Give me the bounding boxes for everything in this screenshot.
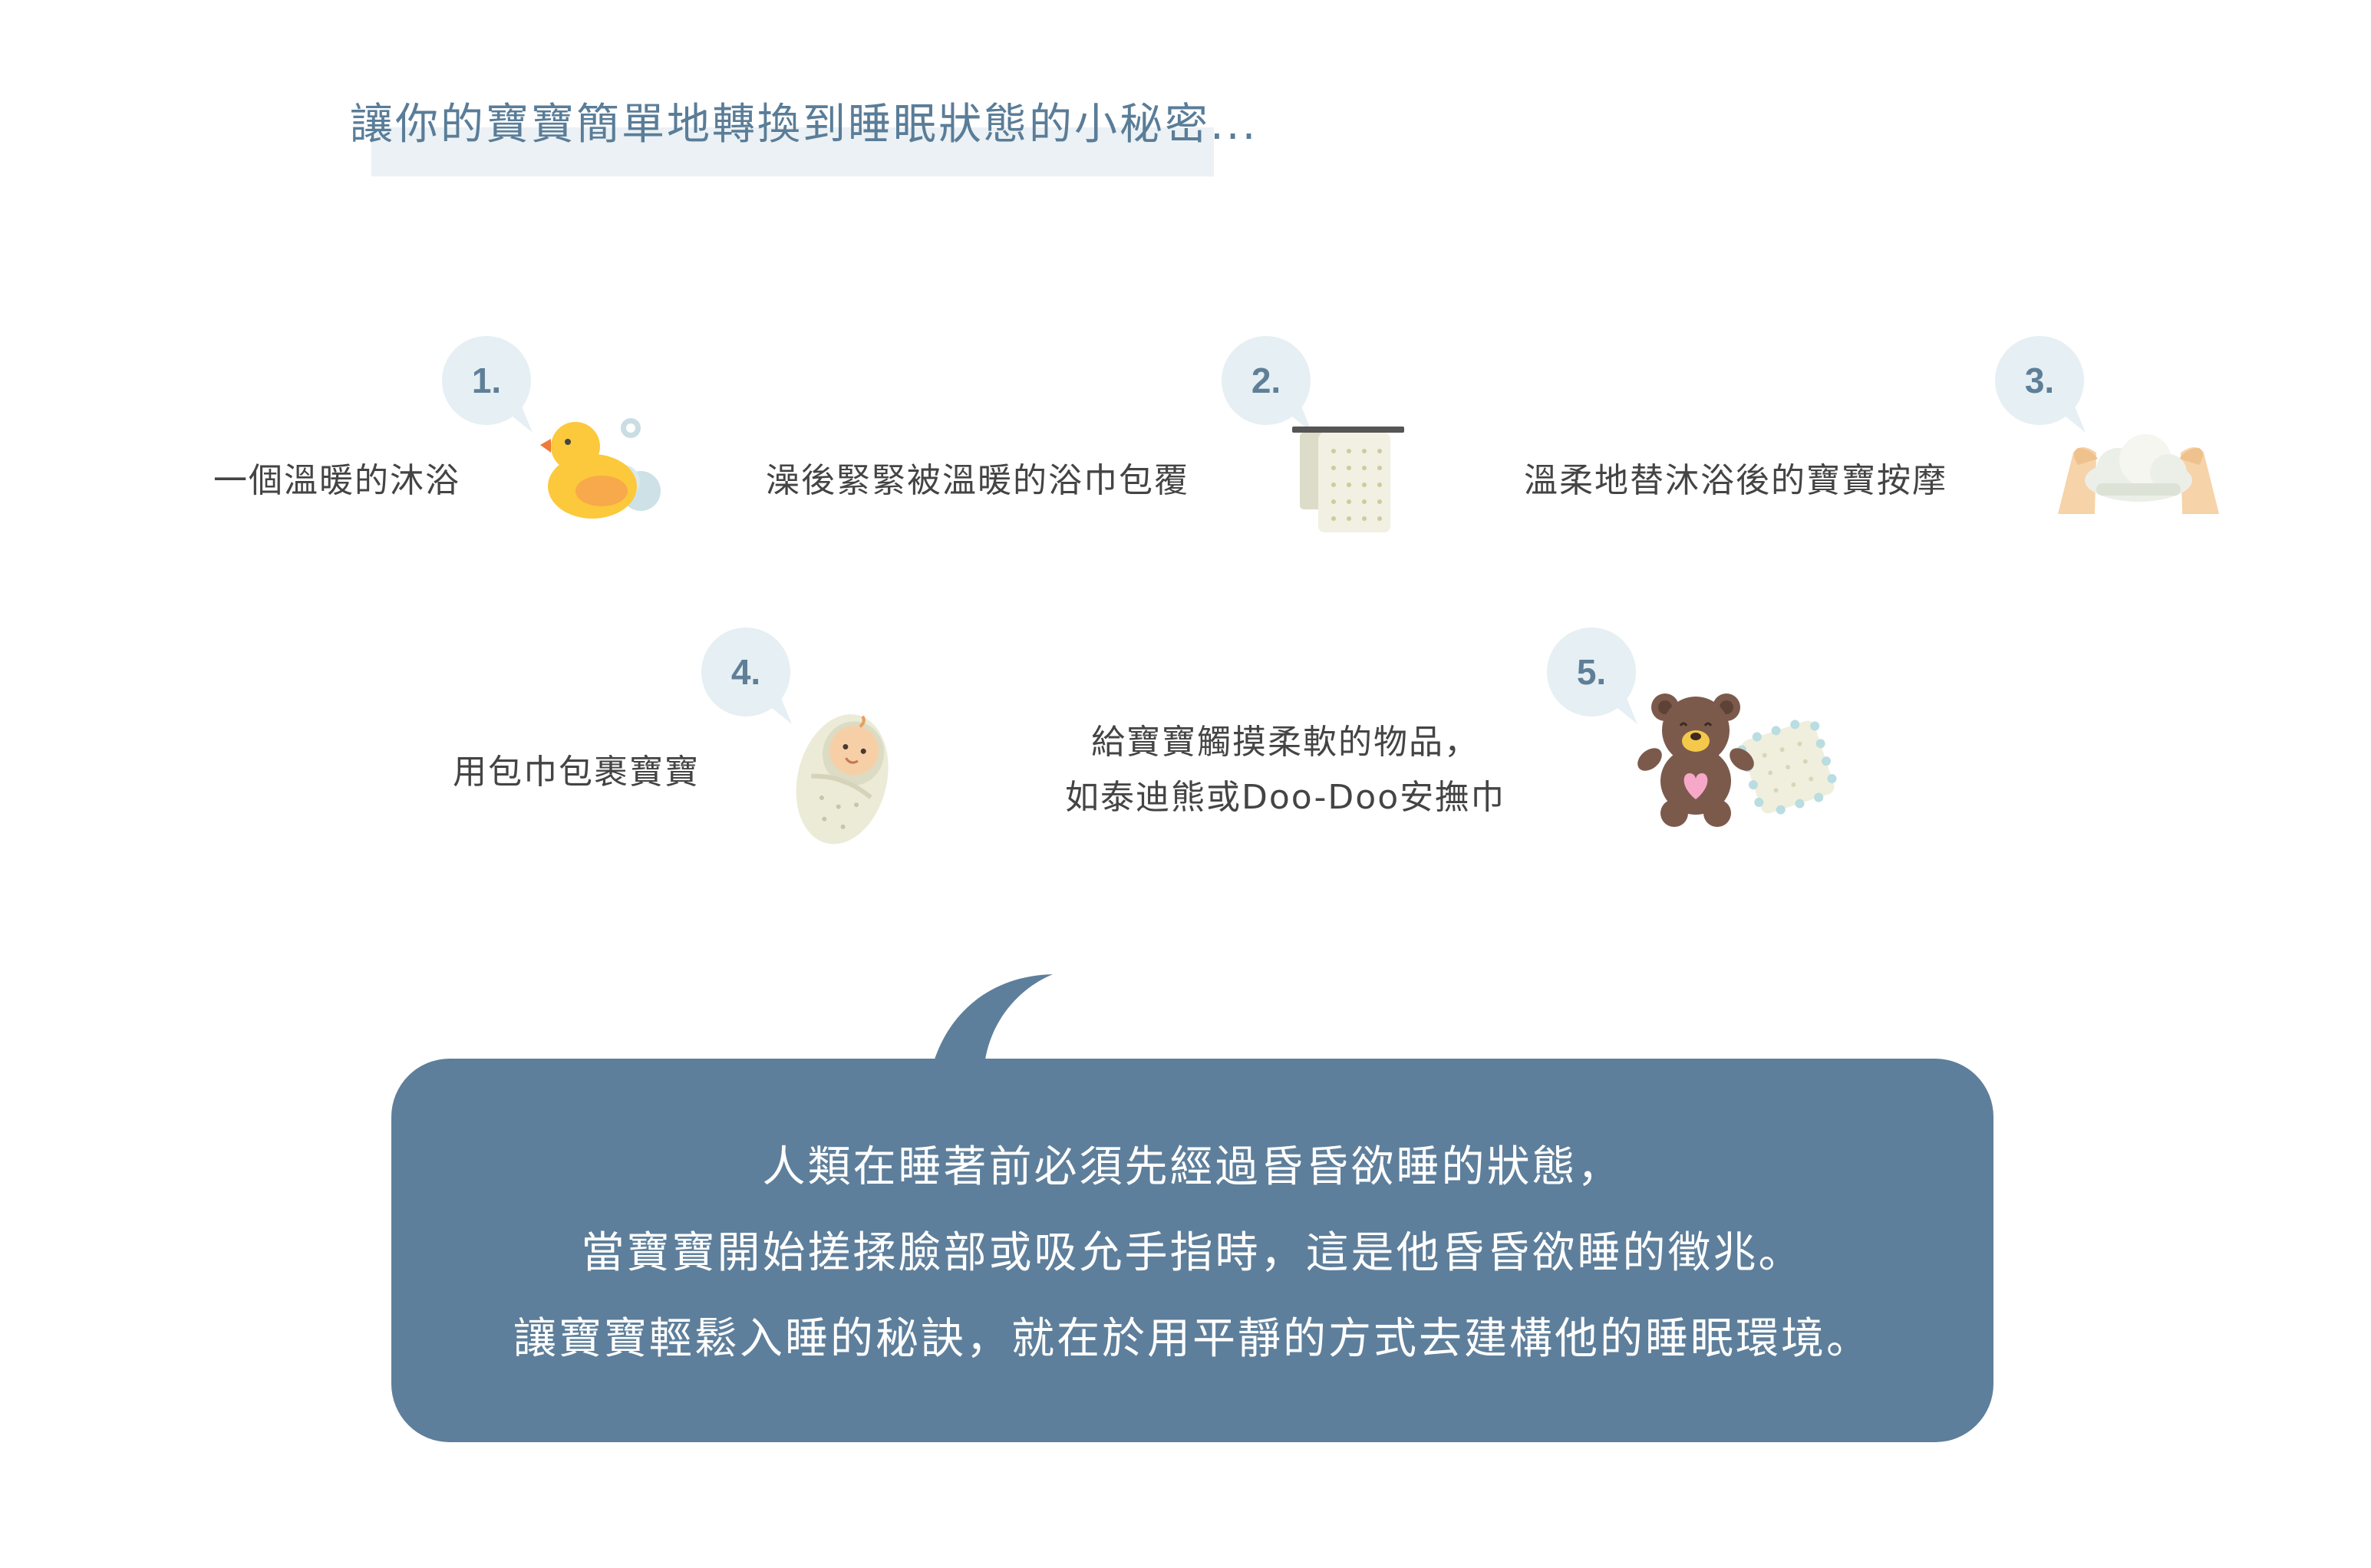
swaddled-baby-icon: [796, 714, 889, 845]
rubber-duck-icon: [540, 418, 661, 519]
step-1-number-bubble: 1.: [442, 336, 533, 433]
step-1-label: 一個溫暖的沐浴: [213, 461, 460, 500]
step-3-number-bubble: 3.: [1995, 336, 2086, 433]
step-5-label-line: 如泰迪熊或Doo-Doo安撫巾: [1065, 778, 1506, 817]
step-number: 1.: [471, 361, 502, 400]
step-3-label: 溫柔地替沐浴後的寶寶按摩: [1524, 461, 1947, 500]
step-4-label: 用包巾包裹寶寶: [453, 753, 700, 792]
step-5-label-line: 給寶寶觸摸柔軟的物品，: [1091, 723, 1480, 762]
message-box: 人類在睡著前必須先經過昏昏欲睡的狀態， 當寶寶開始搓揉臉部或吸允手指時，這是他昏…: [391, 1059, 1993, 1442]
step-number: 2.: [1251, 361, 1281, 400]
step-5-number-bubble: 5.: [1547, 628, 1637, 724]
massage-hands-icon: [2058, 434, 2219, 514]
step-2-number-bubble: 2.: [1222, 336, 1312, 433]
towel-icon: [1292, 427, 1404, 532]
step-number: 4.: [730, 652, 761, 692]
step-number: 5.: [1576, 652, 1607, 692]
message-line: 人類在睡著前必須先經過昏昏欲睡的狀態，: [762, 1142, 1623, 1192]
teddy-bear-icon: [1637, 693, 1837, 827]
step-5-label: 給寶寶觸摸柔軟的物品， 如泰迪熊或Doo-Doo安撫巾: [1065, 715, 1505, 825]
message-line: 讓寶寶輕鬆入睡的秘訣，就在於用平靜的方式去建構他的睡眠環境。: [513, 1314, 1871, 1364]
step-2-label: 澡後緊緊被溫暖的浴巾包覆: [766, 461, 1189, 500]
step-4-number-bubble: 4.: [701, 628, 792, 724]
page-title: 讓你的寶寶簡單地轉換到睡眠狀態的小秘密...: [350, 100, 1258, 150]
step-number: 3.: [2024, 361, 2055, 400]
message-line: 當寶寶開始搓揉臉部或吸允手指時，這是他昏昏欲睡的徵兆。: [581, 1228, 1804, 1278]
